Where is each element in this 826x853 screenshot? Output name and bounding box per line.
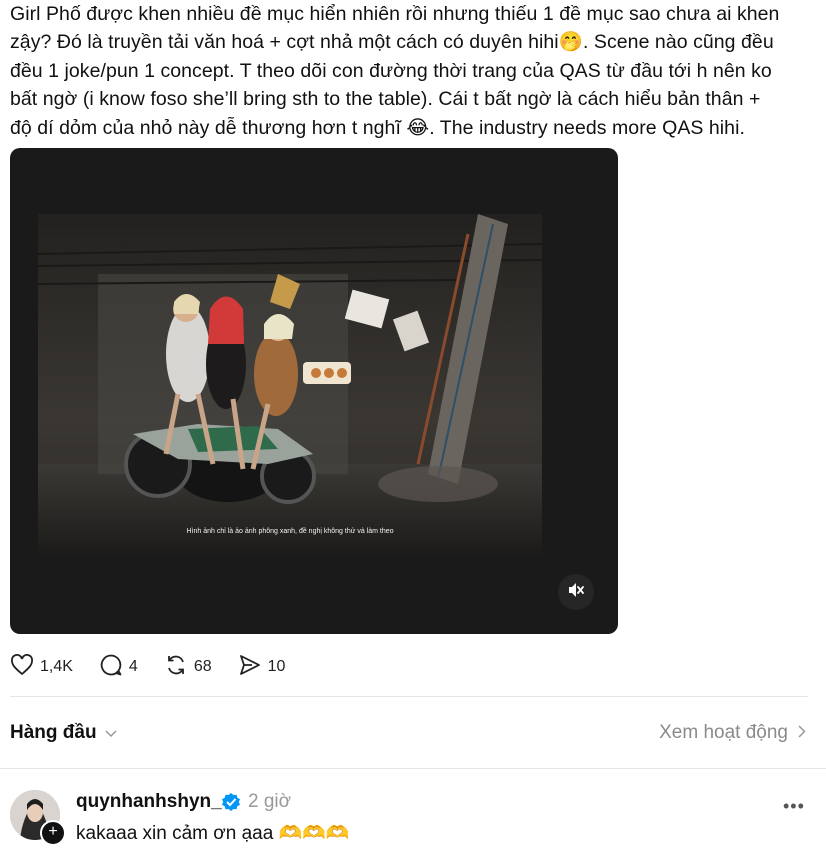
sort-label: Hàng đầu [10, 722, 97, 743]
comment-count: 4 [128, 658, 138, 675]
post-actions: 1,4K 4 68 10 [10, 652, 311, 682]
divider-top [10, 696, 808, 697]
repost-button[interactable]: 68 [164, 653, 212, 682]
view-activity-link[interactable]: Xem hoạt động [659, 722, 806, 744]
chevron-right-icon [798, 722, 806, 744]
speaker-muted-icon [567, 581, 585, 604]
comment-button[interactable]: 4 [99, 653, 138, 682]
like-count: 1,4K [40, 658, 73, 675]
repost-icon [164, 653, 194, 682]
reply-username[interactable]: quynhanhshyn_ [76, 791, 222, 813]
video-frame: Hình ảnh chỉ là ảo ảnh phông xanh, đề ng… [38, 214, 542, 555]
send-icon [238, 653, 268, 682]
video-scene-image [38, 214, 542, 555]
repost-count: 68 [193, 658, 212, 675]
share-count: 10 [267, 658, 286, 675]
chevron-down-icon [105, 722, 117, 744]
activity-label: Xem hoạt động [659, 722, 788, 743]
video-subtitle: Hình ảnh chỉ là ảo ảnh phông xanh, đề ng… [186, 528, 394, 535]
verified-badge-icon [221, 792, 241, 817]
like-button[interactable]: 1,4K [10, 653, 73, 681]
more-options-icon[interactable]: ••• [783, 796, 805, 817]
mute-toggle-button[interactable] [558, 574, 594, 610]
share-button[interactable]: 10 [238, 653, 286, 682]
heart-icon [10, 653, 40, 681]
follow-plus-button[interactable]: + [40, 820, 66, 846]
video-player[interactable]: Hình ảnh chỉ là ảo ảnh phông xanh, đề ng… [10, 148, 618, 634]
reply-text: kakaaa xin cảm ơn ạaa 🫶🫶🫶 [76, 823, 350, 844]
reply-timestamp: 2 giờ [248, 791, 292, 812]
sort-dropdown[interactable]: Hàng đầu [10, 722, 117, 744]
post-text: Girl Phố được khen nhiều đề mục hiển nhi… [10, 3, 780, 139]
comment-bubble-icon [99, 653, 129, 682]
divider-bottom [0, 768, 826, 769]
